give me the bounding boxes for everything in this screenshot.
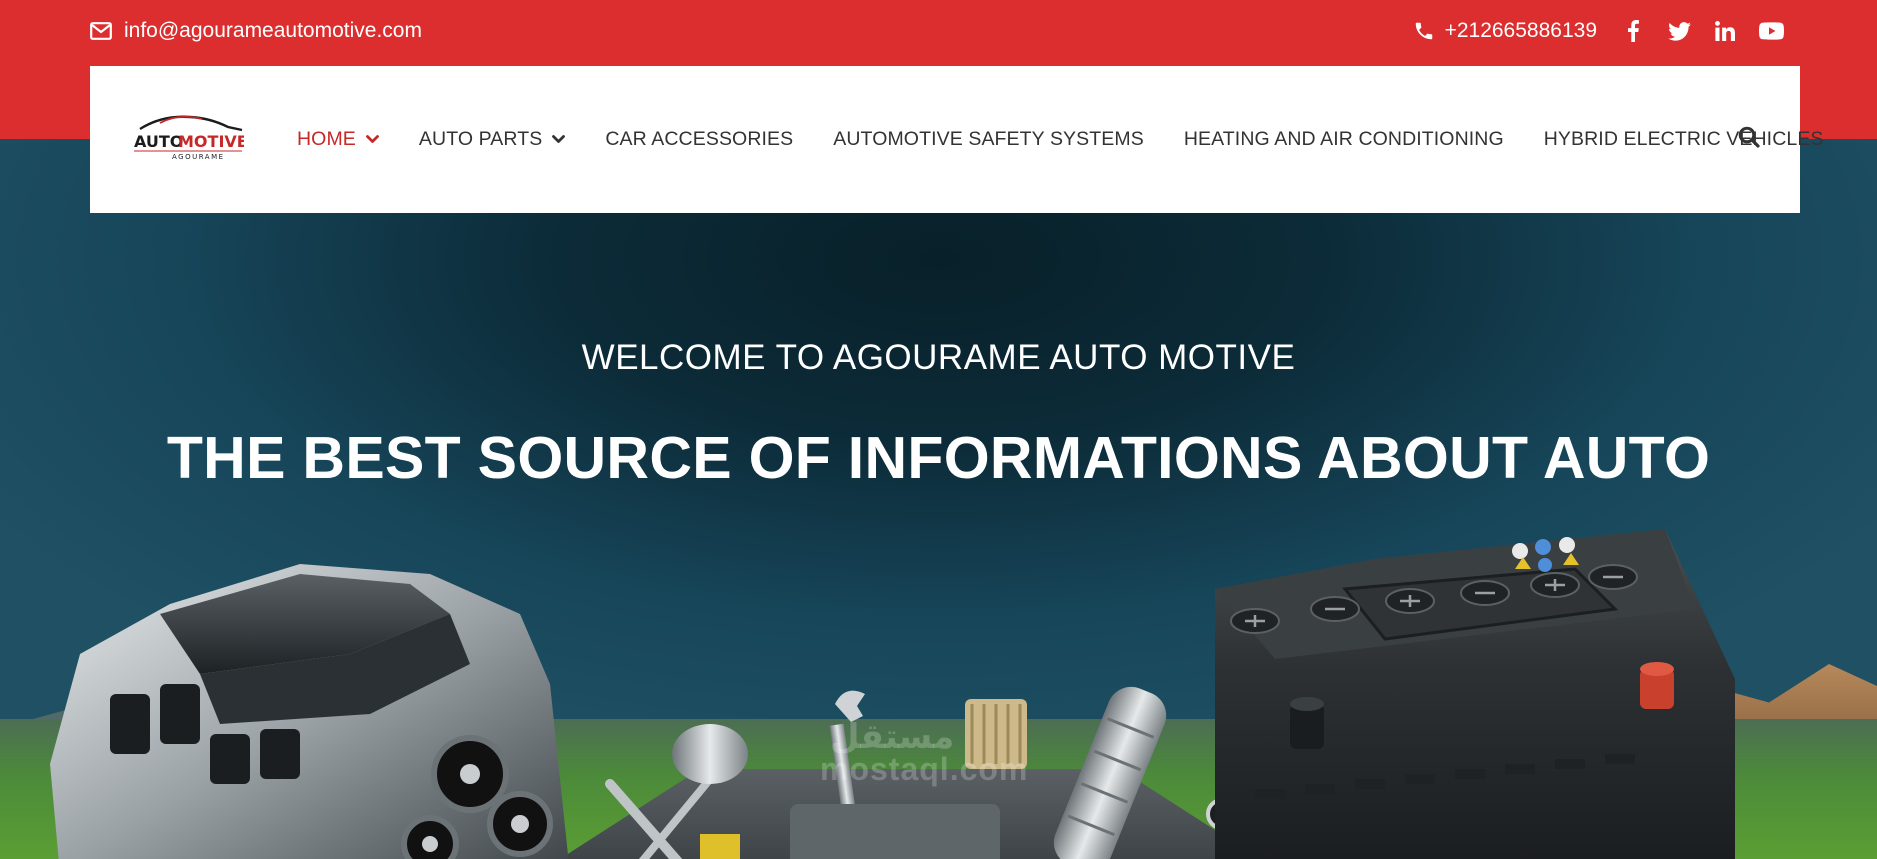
chevron-down-icon (552, 135, 566, 144)
facebook-link[interactable] (1617, 16, 1649, 46)
hero-banner: WELCOME TO AGOURAME AUTO MOTIVE THE BEST… (0, 139, 1877, 859)
nav-item-hybrid-electric-vehicles[interactable]: HYBRID ELECTRIC VEHICLES (1524, 128, 1844, 151)
nav-item-label: CAR ACCESSORIES (605, 128, 794, 150)
nav-item-label: HYBRID ELECTRIC VEHICLES (1543, 128, 1824, 150)
contact-phone[interactable]: +212665886139 (1413, 19, 1597, 43)
nav-item-home[interactable]: HOME (277, 128, 399, 151)
contact-social: +212665886139 (1413, 16, 1787, 46)
phone-icon (1413, 20, 1435, 42)
hero-welcome-text: WELCOME TO AGOURAME AUTO MOTIVE (581, 338, 1296, 377)
nav-item-label: HOME (297, 128, 356, 150)
contact-email[interactable]: info@agourameautomotive.com (90, 16, 422, 46)
primary-nav: HOME AUTO PARTS CAR ACCESSORIES AUTOMOTIVE … (277, 66, 1844, 213)
search-button[interactable] (1736, 126, 1762, 152)
envelope-icon (90, 22, 112, 40)
watermark: mostaql.com (820, 751, 1029, 787)
twitter-icon (1667, 21, 1691, 41)
hero-headline: THE BEST SOURCE OF INFORMATIONS ABOUT AU… (166, 425, 1711, 491)
linkedin-link[interactable] (1709, 16, 1741, 46)
linkedin-icon (1715, 21, 1735, 41)
nav-item-car-accessories[interactable]: CAR ACCESSORIES (585, 128, 813, 151)
youtube-icon (1758, 22, 1784, 40)
auto-motive-logo: AUTO MOTIVE AGOURAME (134, 115, 244, 161)
nav-item-heating-and-air-conditioning[interactable]: HEATING AND AIR CONDITIONING (1164, 128, 1524, 151)
nav-item-label: HEATING AND AIR CONDITIONING (1183, 128, 1504, 150)
youtube-link[interactable] (1755, 16, 1787, 46)
nav-item-label: AUTOMOTIVE SAFETY SYSTEMS (833, 128, 1144, 150)
battery-image (1215, 529, 1735, 859)
nav-item-automotive-safety-systems[interactable]: AUTOMOTIVE SAFETY SYSTEMS (813, 128, 1164, 151)
main-navbar: AUTO MOTIVE AGOURAME HOME AUTO PARTS CAR A… (90, 66, 1823, 213)
nav-item-label: AUTO PARTS (418, 128, 543, 150)
search-icon (1738, 126, 1760, 153)
phone-text[interactable]: +212665886139 (1445, 19, 1597, 43)
email-text[interactable]: info@agourameautomotive.com (124, 19, 422, 43)
twitter-link[interactable] (1663, 16, 1695, 46)
nav-item-auto-parts[interactable]: AUTO PARTS (399, 128, 585, 151)
facebook-icon (1627, 20, 1639, 42)
engine-image (50, 564, 569, 859)
chevron-down-icon (366, 135, 379, 144)
logo-text-motive: MOTIVE (178, 132, 244, 151)
logo-text-agourame: AGOURAME (172, 153, 225, 161)
logo-text-auto: AUTO (134, 132, 183, 151)
